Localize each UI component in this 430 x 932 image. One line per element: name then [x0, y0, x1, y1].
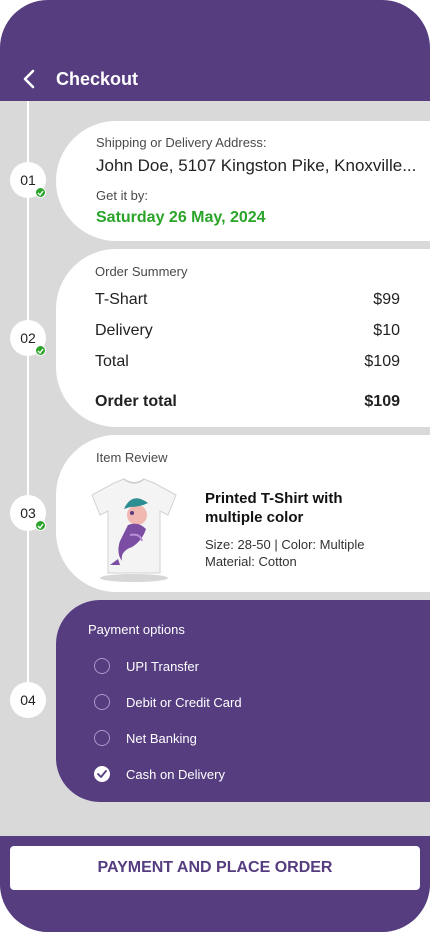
order-total-row: Order total $109 [95, 393, 400, 411]
line-value: $10 [373, 322, 400, 339]
step-number: 03 [20, 505, 36, 521]
address-label: Shipping or Delivery Address: [96, 135, 267, 150]
eta-date: Saturday 26 May, 2024 [96, 209, 266, 226]
payment-option-upi[interactable]: UPI Transfer [94, 658, 199, 674]
line-label: T-Shart [95, 291, 148, 308]
step-number: 02 [20, 330, 36, 346]
step-number: 01 [20, 172, 36, 188]
app-header: Checkout [0, 0, 430, 101]
item-review-title: Item Review [96, 450, 168, 465]
check-icon [35, 187, 46, 198]
payment-option-cod[interactable]: Cash on Delivery [94, 766, 225, 782]
radio-button-checked[interactable] [94, 766, 110, 782]
check-icon [35, 520, 46, 531]
step-badge-3: 03 [10, 495, 46, 531]
summary-title: Order Summery [95, 264, 188, 279]
line-value: $99 [373, 291, 400, 308]
place-order-button[interactable]: PAYMENT AND PLACE ORDER [10, 846, 420, 890]
payment-option-netbanking[interactable]: Net Banking [94, 730, 197, 746]
product-name: Printed T-Shirt with multiple color [205, 490, 343, 526]
summary-row: Delivery $10 [95, 322, 400, 340]
product-specs: Size: 28-50 | Color: Multiple [205, 537, 365, 552]
product-image [86, 477, 182, 583]
checkout-screen: Checkout 01 02 03 04 Shipping or Deliver… [0, 0, 430, 932]
page-title: Checkout [56, 69, 139, 89]
delivery-address: John Doe, 5107 Kingston Pike, Knoxville.… [96, 156, 417, 175]
line-label: Delivery [95, 322, 153, 339]
order-summary-card: Order Summery T-Shart $99 Delivery $10 T… [56, 249, 430, 427]
chevron-left-icon [23, 69, 35, 89]
check-icon [35, 345, 46, 356]
back-button[interactable] [18, 68, 40, 90]
payment-option-card[interactable]: Debit or Credit Card [94, 694, 242, 710]
radio-button[interactable] [94, 730, 110, 746]
order-total-label: Order total [95, 393, 177, 410]
item-review-card[interactable]: Item Review Printed T-Shirt with multipl… [56, 435, 430, 592]
line-label: Total [95, 353, 129, 370]
step-badge-4: 04 [10, 682, 46, 718]
step-number: 04 [20, 692, 36, 708]
payment-options-card: Payment options UPI Transfer Debit or Cr… [56, 600, 430, 802]
check-icon [97, 770, 107, 778]
radio-button[interactable] [94, 658, 110, 674]
payment-option-label: Cash on Delivery [126, 766, 225, 782]
shipping-card[interactable]: Shipping or Delivery Address: John Doe, … [56, 121, 430, 241]
payment-option-label: Debit or Credit Card [126, 694, 242, 710]
payment-option-label: Net Banking [126, 730, 197, 746]
summary-row: Total $109 [95, 353, 400, 371]
line-value: $109 [364, 353, 400, 370]
summary-row: T-Shart $99 [95, 291, 400, 309]
product-material: Material: Cotton [205, 554, 297, 569]
radio-button[interactable] [94, 694, 110, 710]
step-badge-2: 02 [10, 320, 46, 356]
order-total-value: $109 [364, 393, 400, 410]
eta-label: Get it by: [96, 188, 149, 203]
step-badge-1: 01 [10, 162, 46, 198]
checkout-footer: PAYMENT AND PLACE ORDER [0, 836, 430, 932]
payment-title: Payment options [88, 622, 185, 637]
payment-option-label: UPI Transfer [126, 658, 199, 674]
